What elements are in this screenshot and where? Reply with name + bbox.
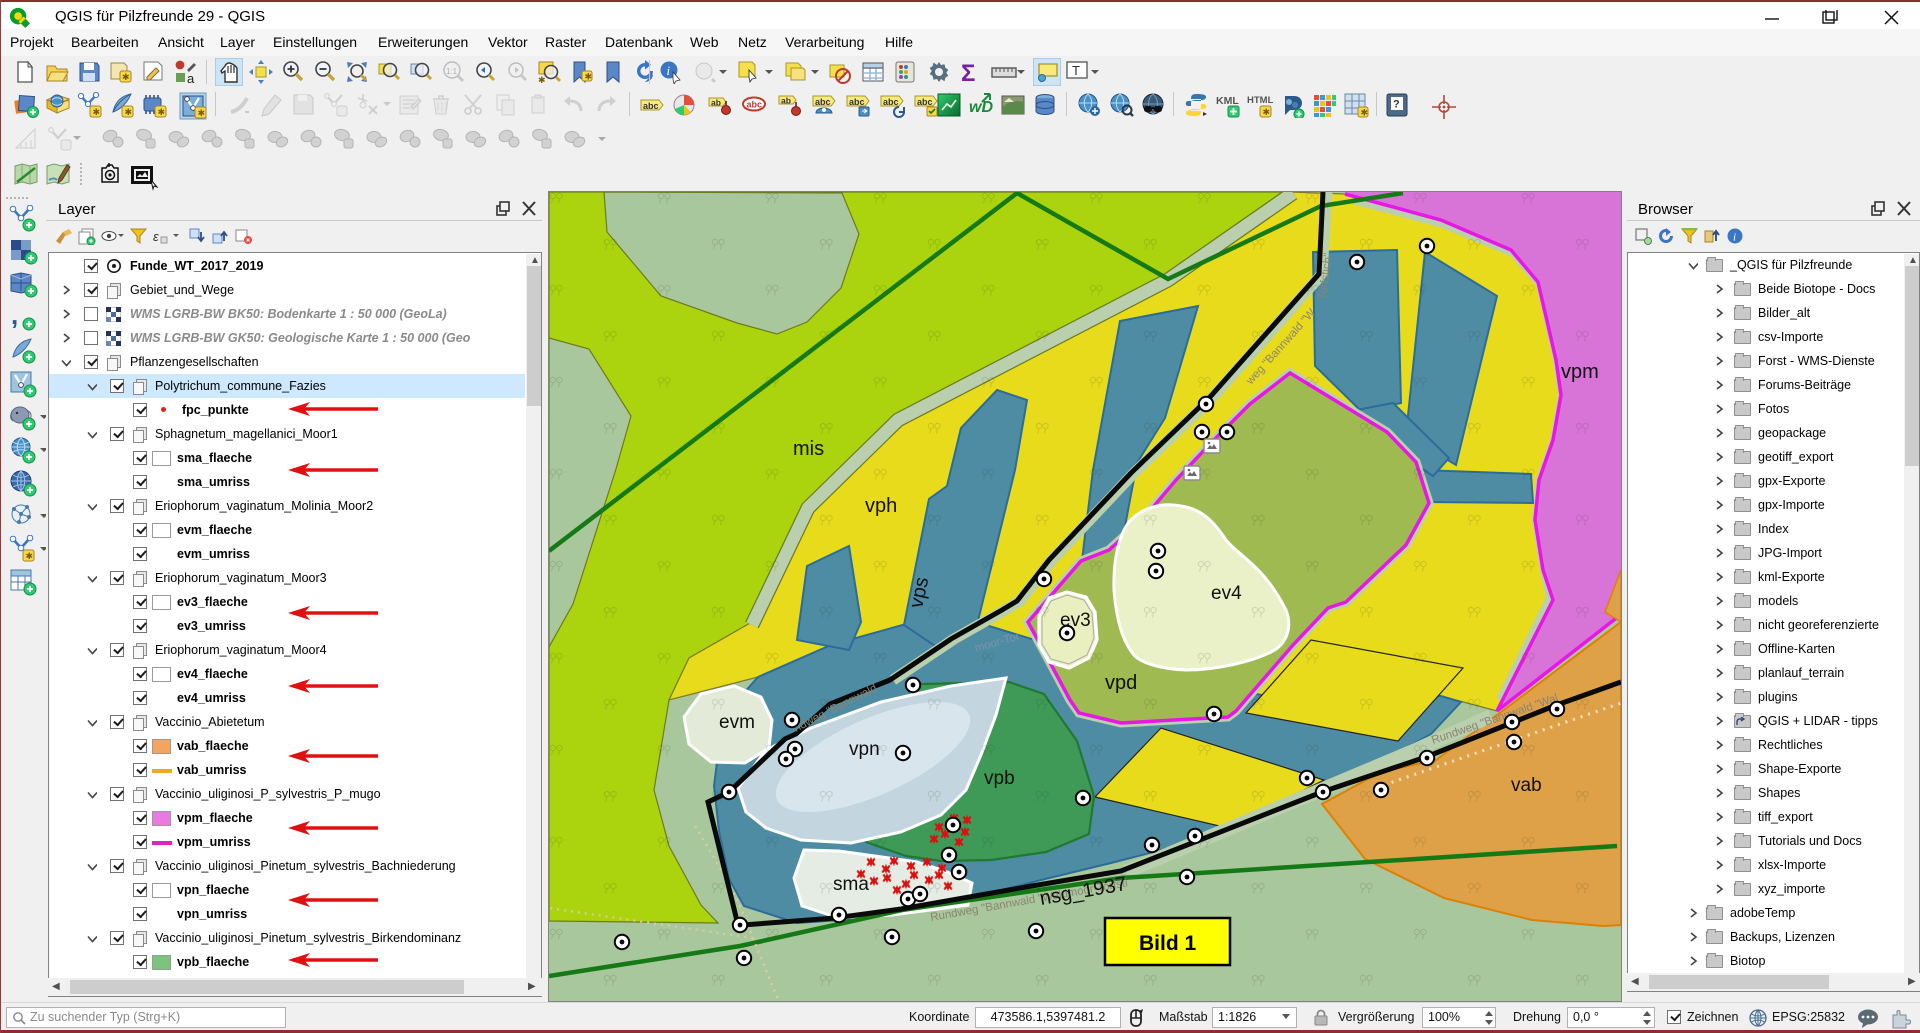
svg-text:abc: abc bbox=[815, 97, 831, 107]
svg-text:abc: abc bbox=[747, 100, 763, 110]
svg-text:vpb: vpb bbox=[984, 768, 1015, 789]
svg-text:✱: ✱ bbox=[198, 108, 206, 118]
svg-text:i: i bbox=[667, 63, 671, 78]
svg-text:?: ? bbox=[1393, 99, 1400, 111]
svg-text:HTML: HTML bbox=[1247, 95, 1273, 106]
svg-text:Σ: Σ bbox=[961, 60, 975, 86]
svg-text:mis: mis bbox=[793, 438, 824, 460]
svg-text:✱: ✱ bbox=[122, 72, 130, 82]
svg-text:Bild 1: Bild 1 bbox=[1139, 932, 1196, 955]
svg-text:vab: vab bbox=[1511, 775, 1542, 796]
svg-text:ε: ε bbox=[153, 229, 159, 244]
svg-text:abc: abc bbox=[917, 97, 933, 107]
svg-text:vpm: vpm bbox=[1561, 361, 1599, 383]
svg-text:ab: ab bbox=[781, 96, 791, 106]
svg-text:KML: KML bbox=[1216, 95, 1239, 107]
svg-text:vpd: vpd bbox=[1105, 672, 1137, 694]
svg-text:✱: ✱ bbox=[1361, 108, 1369, 118]
svg-text:✱: ✱ bbox=[26, 551, 34, 561]
svg-text:✱: ✱ bbox=[585, 72, 593, 82]
svg-text:evm: evm bbox=[719, 712, 755, 733]
svg-text:vpn: vpn bbox=[849, 739, 880, 760]
svg-text:✱: ✱ bbox=[125, 107, 133, 117]
svg-text:T: T bbox=[1072, 63, 1080, 78]
svg-text:a: a bbox=[187, 71, 195, 84]
svg-text:abc: abc bbox=[643, 101, 659, 111]
svg-text:ab: ab bbox=[711, 98, 721, 108]
svg-text:abc: abc bbox=[849, 97, 865, 107]
svg-text:i: i bbox=[1733, 232, 1736, 244]
svg-text:ev4: ev4 bbox=[1211, 583, 1242, 604]
svg-text:✱: ✱ bbox=[158, 107, 166, 117]
svg-text:vph: vph bbox=[865, 495, 897, 517]
svg-text:1:1: 1:1 bbox=[446, 67, 458, 76]
svg-text:✱: ✱ bbox=[538, 75, 546, 84]
svg-text:abc: abc bbox=[883, 97, 899, 107]
svg-text:✱: ✱ bbox=[93, 107, 101, 117]
svg-text:,: , bbox=[11, 304, 18, 330]
svg-text:✱: ✱ bbox=[1263, 107, 1271, 117]
svg-text:wD: wD bbox=[969, 99, 993, 116]
